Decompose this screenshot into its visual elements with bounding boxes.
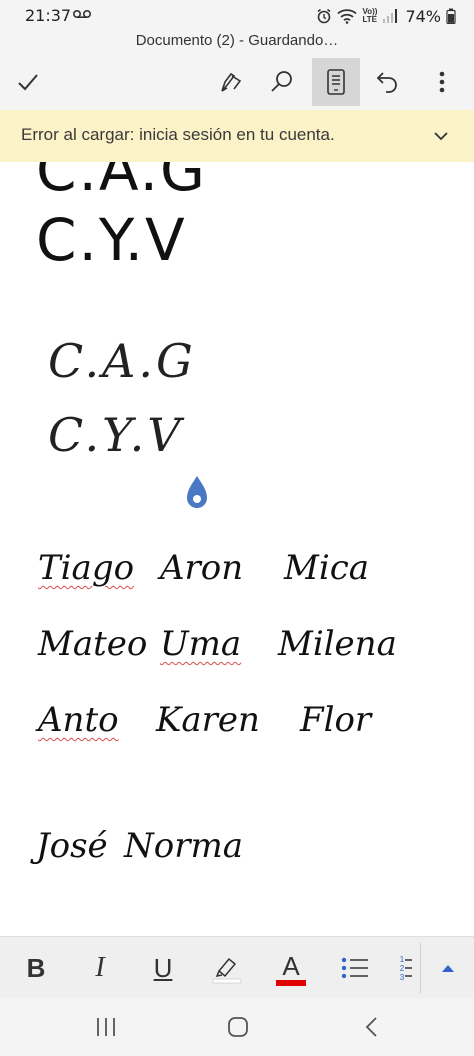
document-title: Documento (2) - Guardando… (135, 32, 339, 49)
numbered-list-lines (405, 959, 413, 977)
search-button[interactable] (258, 58, 306, 106)
search-icon (271, 71, 292, 92)
undo-icon (376, 72, 397, 93)
status-bar: 21:37 Vo)) LTE 74% (0, 0, 474, 32)
recent-apps-icon (97, 1018, 115, 1036)
volte-icon: Vo)) LTE (362, 8, 377, 24)
system-nav-bar (0, 998, 474, 1056)
expand-format-button[interactable] (426, 943, 470, 993)
mobile-view-icon (327, 69, 345, 95)
more-options-button[interactable] (418, 58, 466, 106)
script-name-karen: Karen (156, 700, 260, 740)
chevron-down-icon[interactable] (432, 127, 450, 145)
script-initials-line-1: C.A.G (48, 334, 196, 388)
error-banner-message: Error al cargar: inicia sesión en tu cue… (21, 125, 335, 144)
battery-percent: 74% (405, 6, 441, 26)
alarm-icon (318, 8, 331, 24)
cursor-handle-icon[interactable] (184, 474, 210, 512)
bullet-list-icon (341, 957, 368, 979)
mobile-view-button[interactable] (312, 58, 360, 106)
script-name-norma: Norma (124, 826, 243, 866)
numbered-list-button[interactable]: 1 2 3 (394, 943, 418, 993)
highlighter-icon (212, 957, 242, 984)
script-name-aron: Aron (160, 548, 244, 588)
status-icons: Vo)) LTE 74% (316, 6, 456, 26)
recent-apps-button[interactable] (86, 1012, 126, 1042)
underline-button[interactable]: U (141, 943, 185, 993)
home-button[interactable] (218, 1012, 258, 1042)
script-name-flor: Flor (300, 700, 372, 740)
home-icon (228, 1017, 248, 1037)
format-bar-divider (420, 943, 421, 993)
document-canvas[interactable]: C.A.G C.Y.V C.A.G C.Y.V Tiago Aron Mica … (0, 162, 474, 936)
script-initials-line-2: C.Y.V (48, 408, 184, 462)
script-name-tiago: Tiago (38, 548, 135, 588)
format-bar: B I U A 1 2 3 (0, 936, 474, 998)
bullet-list-button[interactable] (333, 943, 377, 993)
script-name-uma: Uma (160, 624, 242, 664)
font-color-button[interactable]: A (269, 943, 313, 993)
font-color-letter: A (282, 950, 300, 981)
more-vertical-icon (439, 71, 445, 93)
wifi-icon (337, 9, 358, 24)
back-icon (365, 1017, 377, 1037)
back-button[interactable] (352, 1012, 392, 1042)
done-button[interactable] (4, 58, 52, 106)
expand-up-icon (442, 965, 454, 972)
status-time: 21:37 (25, 6, 72, 25)
highlight-button[interactable] (205, 943, 249, 993)
script-name-mica: Mica (284, 548, 369, 588)
script-name-milena: Milena (278, 624, 397, 664)
script-name-jose: José (36, 826, 108, 866)
bold-button[interactable]: B (14, 943, 58, 993)
script-name-mateo: Mateo (38, 624, 148, 664)
battery-icon (446, 8, 456, 24)
volte-label-bottom: LTE (362, 15, 377, 24)
error-banner[interactable]: Error al cargar: inicia sesión en tu cue… (0, 110, 474, 162)
app-toolbar (0, 54, 474, 110)
print-initials-line-2: C.Y.V (36, 206, 187, 274)
print-initials-line-1: C.A.G (36, 162, 207, 204)
checkmark-icon (18, 74, 38, 91)
title-bar: Documento (2) - Guardando… (0, 32, 474, 54)
script-name-anto: Anto (38, 700, 119, 740)
italic-button[interactable]: I (78, 943, 122, 993)
pen-icon (221, 72, 242, 92)
voicemail-icon (73, 10, 91, 18)
undo-button[interactable] (364, 58, 412, 106)
draw-button[interactable] (208, 58, 256, 106)
signal-icon (383, 9, 398, 23)
